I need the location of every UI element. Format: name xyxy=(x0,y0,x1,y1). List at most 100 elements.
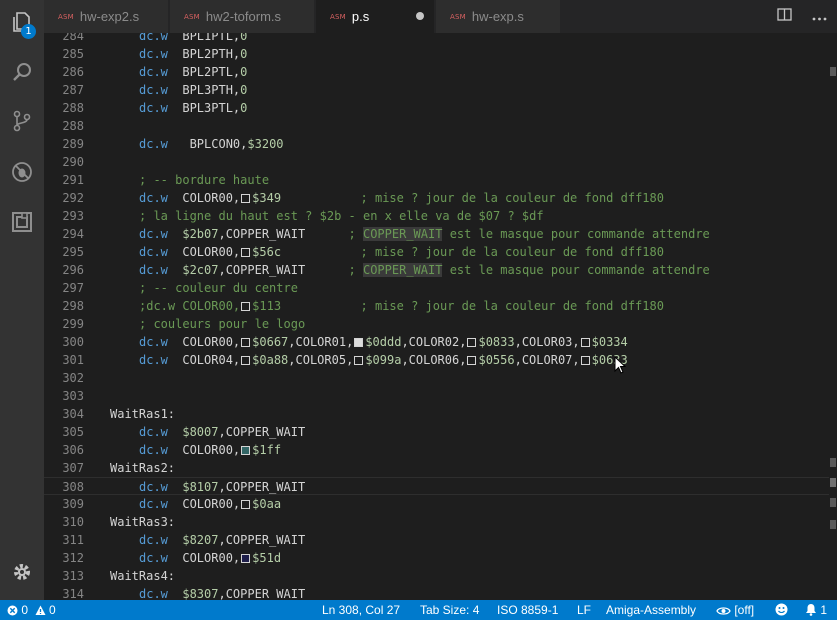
line-number: 297 xyxy=(62,281,84,295)
code-text: dc.w COLOR00, $0667,COLOR01, $0ddd,COLOR02… xyxy=(139,333,628,351)
gear-icon[interactable] xyxy=(0,550,44,594)
code-line[interactable]: 286 dc.w BPL2PTL,0 xyxy=(44,63,829,81)
code-token: est le masque pour commande attendre xyxy=(442,263,710,277)
code-line[interactable]: 301 dc.w COLOR04, $0a88,COLOR05, $099a,COLO… xyxy=(44,351,829,369)
code-editor[interactable]: 284 dc.w BPL1PTL,0 285 dc.w BPL2PTH,0 286 dc.… xyxy=(44,33,837,600)
code-token: WaitRas4: xyxy=(110,569,176,583)
code-text: dc.w BPL3PTL,0 xyxy=(139,99,247,117)
color-swatch-icon[interactable] xyxy=(580,338,590,347)
code-line[interactable]: 314 dc.w $8307,COPPER_WAIT xyxy=(44,585,829,600)
line-number: 305 xyxy=(62,425,84,439)
line-number: 290 xyxy=(62,155,84,169)
color-swatch-icon[interactable] xyxy=(241,338,251,347)
code-line[interactable]: 311 dc.w $8207,COPPER_WAIT xyxy=(44,531,829,549)
tab-p-s[interactable]: ASM p.s xyxy=(316,0,435,33)
unsaved-dot-icon[interactable] xyxy=(416,12,424,20)
tab-label: p.s xyxy=(351,9,370,24)
code-token: $099a xyxy=(365,353,402,367)
color-swatch-icon[interactable] xyxy=(354,356,364,365)
color-swatch-icon[interactable] xyxy=(241,500,251,509)
line-number: 306 xyxy=(62,443,84,457)
color-swatch-icon[interactable] xyxy=(467,338,477,347)
code-token: ,COPPER_WAIT xyxy=(218,480,306,494)
code-text: ; -- bordure haute xyxy=(139,171,269,189)
source-control-icon[interactable] xyxy=(0,99,44,143)
code-text: ; -- couleur du centre xyxy=(139,279,298,297)
code-line[interactable]: 294 dc.w $2b07,COPPER_WAIT ; COPPER_WAIT … xyxy=(44,225,829,243)
line-number: 309 xyxy=(62,497,84,511)
code-line[interactable]: 306 dc.w COLOR00, $1ff xyxy=(44,441,829,459)
code-line[interactable]: 302 xyxy=(44,369,829,387)
code-line[interactable]: 287 dc.w BPL3PTH,0 xyxy=(44,81,829,99)
language-mode[interactable]: Amiga-Assembly xyxy=(606,600,696,620)
extensions-icon[interactable] xyxy=(0,200,44,244)
code-line[interactable]: 290 xyxy=(44,153,829,171)
end-of-line[interactable]: LF xyxy=(577,600,591,620)
color-swatch-icon[interactable] xyxy=(241,446,251,455)
color-swatch-icon[interactable] xyxy=(241,194,251,203)
feedback-icon[interactable] xyxy=(775,600,788,620)
code-text: dc.w $8207,COPPER_WAIT xyxy=(139,531,305,549)
code-line[interactable]: 284 dc.w BPL1PTL,0 xyxy=(44,33,829,45)
code-line[interactable]: 288 dc.w BPL3PTL,0 xyxy=(44,99,829,117)
code-text: ; la ligne du haut est ? $2b - en x elle… xyxy=(139,207,544,225)
search-icon[interactable] xyxy=(0,50,44,94)
editor-scrollbar[interactable] xyxy=(829,33,837,600)
tab-size[interactable]: Tab Size: 4 xyxy=(420,600,479,620)
color-swatch-icon[interactable] xyxy=(580,356,590,365)
code-line[interactable]: 289 dc.w BPLCON0,$3200 xyxy=(44,135,829,153)
notifications[interactable]: 1 xyxy=(805,600,827,620)
code-token: dc.w xyxy=(139,425,168,439)
code-line[interactable]: 300 dc.w COLOR00, $0667,COLOR01, $0ddd,COLO… xyxy=(44,333,829,351)
color-swatch-icon[interactable] xyxy=(241,248,251,257)
debug-icon[interactable] xyxy=(0,150,44,194)
code-line[interactable]: 296 dc.w $2c07,COPPER_WAIT ; COPPER_WAIT … xyxy=(44,261,829,279)
code-line[interactable]: 303 xyxy=(44,387,829,405)
color-swatch-icon[interactable] xyxy=(241,554,251,563)
code-line[interactable]: 285 dc.w BPL2PTH,0 xyxy=(44,45,829,63)
code-line[interactable]: 295 dc.w COLOR00, $56c ; mise ? jour de la… xyxy=(44,243,829,261)
more-icon[interactable] xyxy=(812,8,827,25)
code-line[interactable]: 307 WaitRas2: xyxy=(44,459,829,477)
code-line[interactable]: 293 ; la ligne du haut est ? $2b - en x e… xyxy=(44,207,829,225)
split-editor-icon[interactable] xyxy=(777,8,792,25)
code-token: ,COLOR01, xyxy=(288,335,354,349)
line-number: 295 xyxy=(62,245,84,259)
cursor-position[interactable]: Ln 308, Col 27 xyxy=(322,600,400,620)
code-token: dc.w xyxy=(139,551,168,565)
tab-actions xyxy=(767,0,837,33)
encoding[interactable]: ISO 8859-1 xyxy=(497,600,558,620)
code-line[interactable]: 292 dc.w COLOR00, $349 ; mise ? jour de la… xyxy=(44,189,829,207)
files-icon[interactable]: 1 xyxy=(0,0,44,44)
code-line[interactable]: 288 xyxy=(44,117,829,135)
code-line[interactable]: 305 dc.w $8007,COPPER_WAIT xyxy=(44,423,829,441)
eye-toggle[interactable]: [off] xyxy=(716,600,754,620)
color-swatch-icon[interactable] xyxy=(354,338,364,347)
code-token: dc.w xyxy=(139,245,168,259)
status-bar: 0 0 Ln 308, Col 27 Tab Size: 4 ISO 8859-… xyxy=(0,600,837,620)
tab-hw-exp2[interactable]: ASM hw-exp2.s xyxy=(44,0,169,33)
line-number: 289 xyxy=(62,137,84,151)
code-line[interactable]: 313 WaitRas4: xyxy=(44,567,829,585)
color-swatch-icon[interactable] xyxy=(241,302,251,311)
code-line[interactable]: 298 ;dc.w COLOR00, $113 ; mise ? jour de l… xyxy=(44,297,829,315)
code-line[interactable]: 299 ; couleurs pour le logo xyxy=(44,315,829,333)
code-line[interactable]: 312 dc.w COLOR00, $51d xyxy=(44,549,829,567)
code-line[interactable]: 309 dc.w COLOR00, $0aa xyxy=(44,495,829,513)
problems-indicator[interactable]: 0 0 xyxy=(7,600,56,620)
tab-hw-exp[interactable]: ASM hw-exp.s xyxy=(436,0,561,33)
code-line[interactable]: 291 ; -- bordure haute xyxy=(44,171,829,189)
code-text: WaitRas1: xyxy=(110,405,175,423)
code-line[interactable]: 310 WaitRas3: xyxy=(44,513,829,531)
code-text: WaitRas3: xyxy=(110,513,175,531)
code-token: dc.w xyxy=(139,227,168,241)
tab-hw2-toform[interactable]: ASM hw2-toform.s xyxy=(170,0,315,33)
code-token: BPL2PTL, xyxy=(167,65,241,79)
code-text: dc.w COLOR00, $1ff xyxy=(139,441,281,459)
color-swatch-icon[interactable] xyxy=(241,356,251,365)
activity-bar: 1 xyxy=(0,0,44,600)
code-line[interactable]: 297 ; -- couleur du centre xyxy=(44,279,829,297)
color-swatch-icon[interactable] xyxy=(467,356,477,365)
code-line[interactable]: 308 dc.w $8107,COPPER_WAIT xyxy=(44,477,829,495)
code-line[interactable]: 304 WaitRas1: xyxy=(44,405,829,423)
